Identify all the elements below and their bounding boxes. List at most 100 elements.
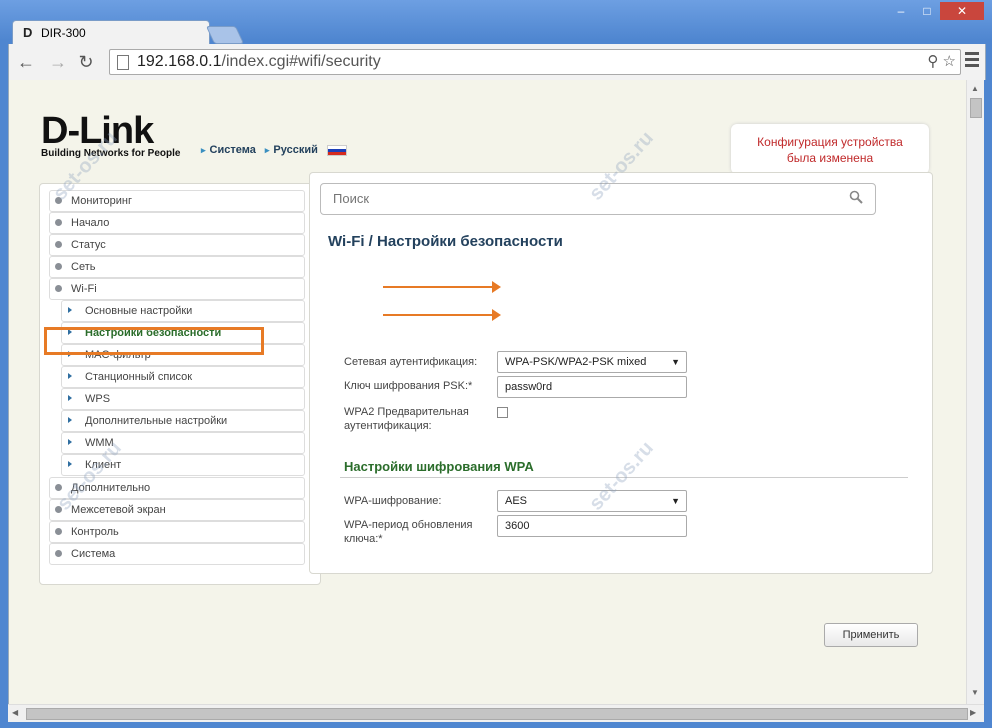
highlight-box [44,327,264,355]
sidebar-item[interactable]: Начало [49,212,305,234]
annotation-arrow [383,309,501,321]
forward-icon[interactable]: → [47,51,69,73]
preauth-checkbox[interactable] [497,407,508,418]
scroll-down-icon[interactable]: ▼ [971,688,979,697]
sidebar-item-label: Дополнительные настройки [85,415,228,427]
sidebar-item-label: Контроль [71,526,119,538]
minimize-icon[interactable]: – [888,2,914,20]
annotation-arrow [383,281,501,293]
collapse-icon [55,550,62,557]
notification-line-1: Конфигурация устройства [757,135,903,149]
dropdown-arrow-icon: ▼ [671,357,680,367]
collapse-icon [55,219,62,226]
chevron-right-icon: ▸ [201,145,206,155]
collapse-icon [55,241,62,248]
top-nav-system[interactable]: Система [210,144,256,156]
chevron-right-icon: ▸ [264,145,270,155]
chevron-right-icon [68,373,72,379]
page-content: D-Link Building Networks for People ▸ Сис… [8,80,967,704]
sidebar-item[interactable]: Контроль [49,521,305,543]
back-icon[interactable]: ← [15,51,37,73]
psk-field[interactable]: passw0rd [497,376,687,398]
sidebar-item-label: Начало [71,217,110,229]
star-icon[interactable]: ☆ [943,53,956,70]
page-title: Wi-Fi / Настройки безопасности [328,233,563,250]
chevron-right-icon [68,395,72,401]
tab-title: DIR-300 [41,26,86,40]
menu-icon[interactable] [965,52,979,70]
sidebar-item[interactable]: Основные настройки [61,300,305,322]
rekey-label-2: ключа:* [344,533,383,545]
rekey-field[interactable]: 3600 [497,515,687,537]
sidebar-item[interactable]: Дополнительные настройки [61,410,305,432]
collapse-icon [55,285,62,292]
browser-toolbar: ← → ↻ 192.168.0.1/index.cgi#wifi/securit… [8,44,986,80]
russian-flag-icon[interactable] [326,144,347,156]
top-nav-language[interactable]: Русский [273,144,317,156]
apply-button[interactable]: Применить [824,623,918,647]
sidebar: Мониторинг Начало Статус Сеть Wi-Fi Основные … [39,183,321,585]
close-icon[interactable]: ✕ [940,2,984,20]
sidebar-item-label: Система [71,548,116,560]
chevron-right-icon [68,439,72,445]
omnibox-actions: ⚲ ☆ [927,52,956,70]
sidebar-item[interactable]: Система [49,543,305,565]
search-icon[interactable] [849,190,863,204]
sidebar-item-label: Основные настройки [85,305,193,317]
collapse-icon [55,263,62,270]
notification-line-2: была изменена [786,151,874,165]
sidebar-item[interactable]: WPS [61,388,305,410]
sidebar-item-label: Сеть [71,261,96,273]
rekey-value: 3600 [505,520,530,532]
sidebar-item[interactable]: Станционный список [61,366,305,388]
sidebar-item-label: WPS [85,393,111,405]
psk-value: passw0rd [505,381,553,393]
wpa-section-title: Настройки шифрования WPA [344,459,534,474]
auth-value: WPA-PSK/WPA2-PSK mixed [505,356,647,368]
dlink-favicon-icon: D [23,25,33,40]
reload-icon[interactable]: ↻ [75,51,97,73]
scroll-thumb[interactable] [970,98,982,118]
sidebar-item[interactable]: Мониторинг [49,190,305,212]
chevron-right-icon [68,417,72,423]
sidebar-item[interactable]: Статус [49,234,305,256]
horizontal-scrollbar[interactable]: ◀ ▶ [8,704,984,722]
sidebar-item[interactable]: Сеть [49,256,305,278]
preauth-label-2: аутентификация: [344,420,432,432]
address-bar[interactable]: 192.168.0.1/index.cgi#wifi/security ⚲ ☆ [109,49,961,75]
main-panel: Wi-Fi / Настройки безопасности Сетевая а… [309,172,933,647]
auth-label: Сетевая аутентификация: [344,356,478,368]
dropdown-arrow-icon: ▼ [671,496,680,506]
new-tab-button[interactable] [205,26,245,44]
sidebar-item[interactable]: Wi-Fi [49,278,305,300]
url-text[interactable]: 192.168.0.1/index.cgi#wifi/security [137,52,381,72]
notification-popup[interactable]: Конфигурация устройства была изменена [731,124,929,174]
scroll-right-icon[interactable]: ▶ [970,708,976,717]
url-path: /index.cgi#wifi/security [221,53,381,70]
sidebar-item-label: Wi-Fi [71,283,97,295]
cipher-value: AES [505,495,528,507]
url-host: 192.168.0.1 [137,53,222,70]
scroll-up-icon[interactable]: ▲ [971,84,979,93]
cipher-label: WPA-шифрование: [344,495,442,507]
vertical-scrollbar[interactable]: ▲ ▼ [966,80,984,704]
psk-label: Ключ шифрования PSK:* [344,380,473,392]
rekey-label-1: WPA-период обновления [344,519,473,531]
search-icon[interactable]: ⚲ [927,53,938,70]
scroll-left-icon[interactable]: ◀ [12,708,18,717]
scroll-thumb[interactable] [26,708,968,720]
preauth-label-1: WPA2 Предварительная [344,406,469,418]
sidebar-item-label: Станционный список [85,371,193,383]
chevron-right-icon [68,307,72,313]
collapse-icon [55,528,62,535]
window-controls: – □ ✕ [888,2,984,20]
top-nav: ▸ Система ▸ Русский [201,144,353,156]
sidebar-item[interactable]: Межсетевой экран [49,499,305,521]
browser-tab[interactable]: D DIR-300 [12,20,210,45]
sidebar-item-label: Межсетевой экран [71,504,166,516]
auth-select[interactable]: WPA-PSK/WPA2-PSK mixed ▼ [497,351,687,373]
search-input[interactable] [331,190,835,207]
sidebar-item-label: Мониторинг [71,195,133,207]
page-icon [117,55,129,70]
maximize-icon[interactable]: □ [914,2,940,20]
